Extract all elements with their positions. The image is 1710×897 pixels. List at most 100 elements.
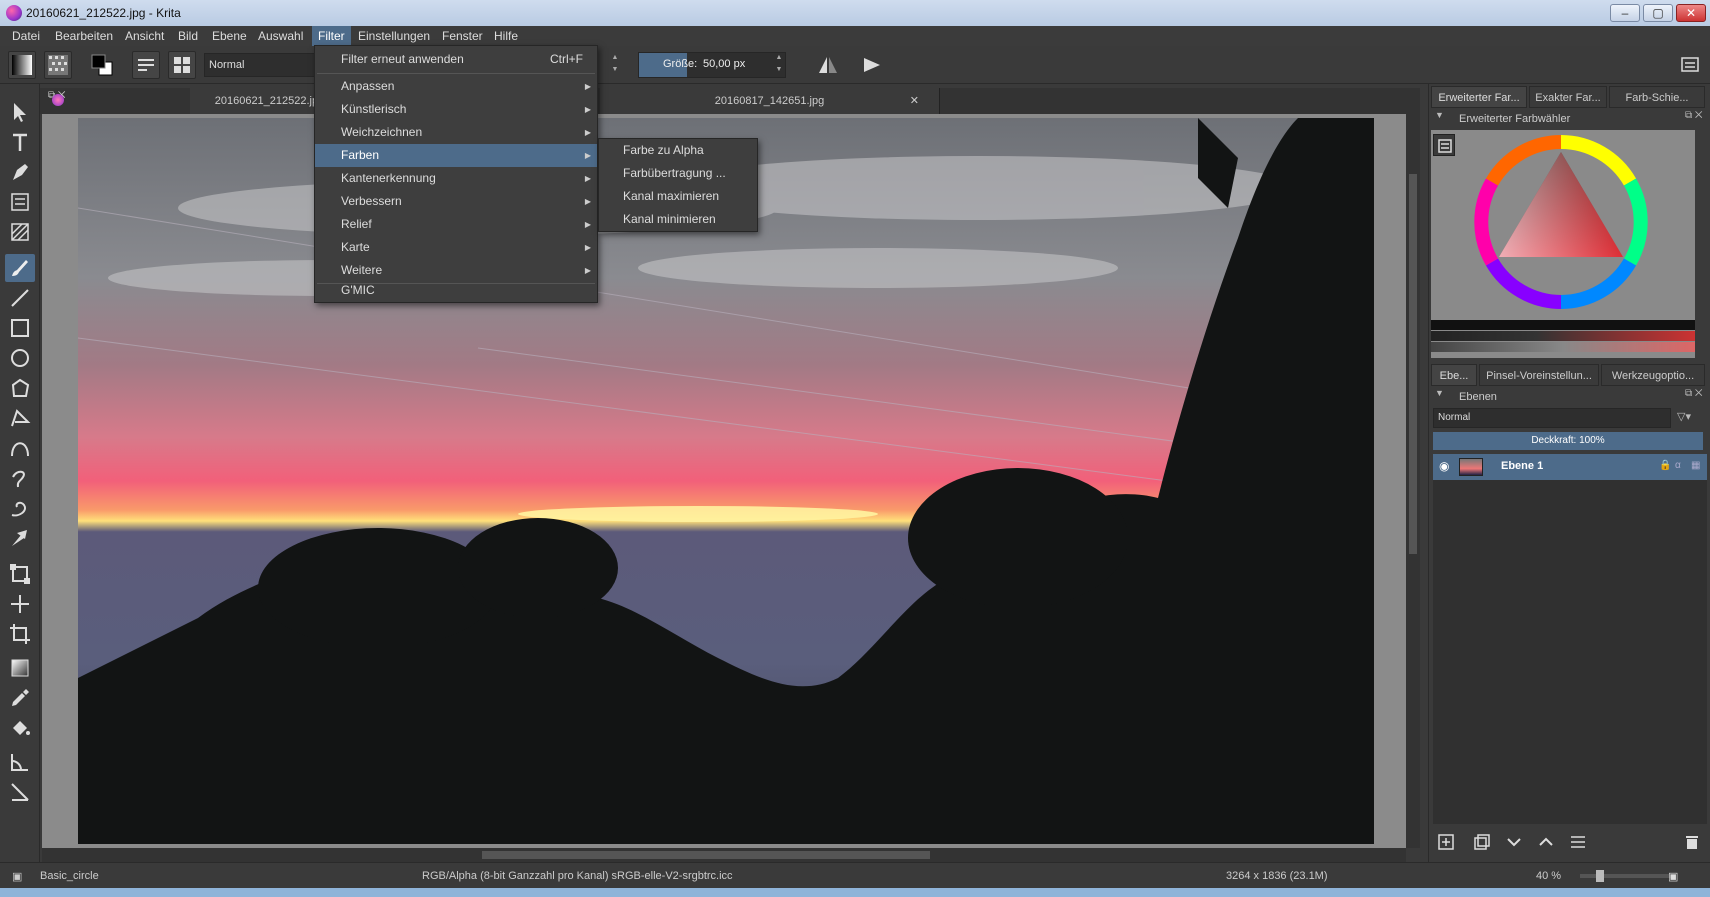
filter-icon[interactable]: ▽▾ <box>1677 410 1691 423</box>
workspace-chooser-button[interactable] <box>1676 51 1704 79</box>
crop-tool[interactable] <box>5 620 35 648</box>
polyline-tool[interactable] <box>5 404 35 432</box>
transform-tool[interactable] <box>5 560 35 588</box>
edit-shapes-tool[interactable] <box>5 188 35 216</box>
tab-document-2[interactable]: 20160817_142651.jpg ✕ <box>600 88 940 114</box>
color-selector-widget[interactable] <box>1431 130 1695 358</box>
menu-item-anpassen[interactable]: Anpassen ▶ <box>315 75 597 98</box>
tab-close-icon[interactable]: ✕ <box>910 88 919 114</box>
menu-fenster[interactable]: Fenster <box>436 26 489 46</box>
shade-bar-dark[interactable] <box>1431 320 1695 330</box>
eye-visibility-icon[interactable]: ◉ <box>1439 459 1449 473</box>
menu-bearbeiten[interactable]: Bearbeiten <box>49 26 119 46</box>
menu-ansicht[interactable]: Ansicht <box>119 26 170 46</box>
polygon-tool[interactable] <box>5 374 35 402</box>
menu-item-kuenstlerisch[interactable]: Künstlerisch ▶ <box>315 98 597 121</box>
vertical-scrollbar[interactable] <box>1406 114 1420 848</box>
brush-size-slider[interactable]: Größe: 50,00 px <box>638 52 786 78</box>
tab-brush-presets[interactable]: Pinsel-Voreinstellun... <box>1479 364 1599 386</box>
opacity-spin-arrows[interactable]: ▲ ▼ <box>610 52 620 76</box>
tab-advanced-color-selector[interactable]: Erweiterter Far... <box>1431 86 1527 108</box>
fill-tool[interactable] <box>5 714 35 742</box>
tab-tool-options[interactable]: Werkzeugoptio... <box>1601 364 1705 386</box>
mirror-vertical-button[interactable] <box>858 51 886 79</box>
menu-item-verbessern[interactable]: Verbessern ▶ <box>315 190 597 213</box>
menu-filter[interactable]: Filter <box>312 26 351 46</box>
edit-brush-settings-button[interactable] <box>132 51 160 79</box>
blend-mode-select[interactable]: Normal <box>204 53 324 77</box>
move-tool[interactable] <box>5 590 35 618</box>
alpha-lock-icon[interactable]: α <box>1675 460 1681 471</box>
collapse-arrow-icon[interactable]: ▼ <box>1435 388 1444 398</box>
tab-color-sliders[interactable]: Farb-Schie... <box>1609 86 1705 108</box>
gradient-preset-button[interactable] <box>8 51 36 79</box>
docker-close-icon[interactable]: ⧉ ✕ <box>1685 110 1703 121</box>
layer-row[interactable]: ◉ Ebene 1 🔒 α ▦ <box>1433 454 1707 480</box>
layer-blend-mode-select[interactable]: Normal <box>1433 408 1671 428</box>
zoom-slider[interactable] <box>1580 870 1676 882</box>
maximize-button[interactable]: ▢ <box>1643 4 1673 22</box>
menu-item-kantenerkennung[interactable]: Kantenerkennung ▶ <box>315 167 597 190</box>
pattern-preset-button[interactable] <box>44 51 72 79</box>
move-layer-down-button[interactable] <box>1501 830 1527 854</box>
menu-bild[interactable]: Bild <box>172 26 204 46</box>
gradient-tool[interactable] <box>5 654 35 682</box>
text-tool[interactable] <box>5 128 35 156</box>
color-picker-tool[interactable] <box>5 684 35 712</box>
multibrush-tool[interactable] <box>5 524 35 552</box>
assistant-tool[interactable] <box>5 778 35 806</box>
menu-einstellungen[interactable]: Einstellungen <box>352 26 436 46</box>
rectangle-tool[interactable] <box>5 314 35 342</box>
zoom-slider-knob[interactable] <box>1596 870 1604 882</box>
horizontal-scrollbar[interactable] <box>42 848 1406 862</box>
menu-datei[interactable]: Datei <box>6 26 46 46</box>
duplicate-layer-button[interactable] <box>1469 830 1495 854</box>
line-tool[interactable] <box>5 284 35 312</box>
layer-properties-button[interactable] <box>1565 830 1591 854</box>
brush-preset-icon[interactable]: ▣ <box>12 870 22 883</box>
brush-presets-button[interactable] <box>168 51 196 79</box>
tab-layers[interactable]: Ebe... <box>1431 364 1477 386</box>
pattern-edit-tool[interactable] <box>5 218 35 246</box>
color-settings-button[interactable] <box>1433 134 1455 156</box>
move-layer-up-button[interactable] <box>1533 830 1559 854</box>
measure-tool[interactable] <box>5 748 35 776</box>
shade-bar-saturation[interactable] <box>1431 331 1695 341</box>
dynamic-brush-tool[interactable] <box>5 494 35 522</box>
menu-item-karte[interactable]: Karte ▶ <box>315 236 597 259</box>
tab-specific-color-selector[interactable]: Exakter Far... <box>1529 86 1607 108</box>
freehand-path-tool[interactable] <box>5 464 35 492</box>
menu-hilfe[interactable]: Hilfe <box>488 26 524 46</box>
layer-name[interactable]: Ebene 1 <box>1501 460 1543 472</box>
layer-opacity-slider[interactable]: Deckkraft: 100% <box>1433 432 1703 450</box>
submenu-item-kanal-minimieren[interactable]: Kanal minimieren <box>599 208 757 231</box>
size-spin-arrows[interactable]: ▲ ▼ <box>774 52 784 76</box>
docker-close-icon[interactable]: ⧉ ✕ <box>1685 388 1703 399</box>
submenu-item-farbe-zu-alpha[interactable]: Farbe zu Alpha <box>599 139 757 162</box>
lock-icon[interactable]: 🔒 <box>1659 460 1671 471</box>
delete-layer-button[interactable] <box>1679 830 1705 854</box>
add-layer-button[interactable] <box>1433 830 1459 854</box>
freehand-brush-tool[interactable] <box>5 254 35 282</box>
submenu-item-farbuebertragung[interactable]: Farbübertragung ... <box>599 162 757 185</box>
calligraphy-tool[interactable] <box>5 158 35 186</box>
fg-bg-color-button[interactable] <box>88 51 116 79</box>
menu-ebene[interactable]: Ebene <box>206 26 253 46</box>
shade-bar-light[interactable] <box>1431 342 1695 352</box>
fit-to-view-icon[interactable]: ▣ <box>1668 870 1678 883</box>
submenu-item-kanal-maximieren[interactable]: Kanal maximieren <box>599 185 757 208</box>
close-button[interactable]: ✕ <box>1676 4 1706 22</box>
ellipse-tool[interactable] <box>5 344 35 372</box>
menu-item-reapply-filter[interactable]: Filter erneut anwenden Ctrl+F <box>315 48 597 71</box>
menu-item-relief[interactable]: Relief ▶ <box>315 213 597 236</box>
inherit-alpha-icon[interactable]: ▦ <box>1691 460 1700 471</box>
minimize-button[interactable]: – <box>1610 4 1640 22</box>
collapse-arrow-icon[interactable]: ▼ <box>1435 110 1444 120</box>
menu-item-weichzeichnen[interactable]: Weichzeichnen ▶ <box>315 121 597 144</box>
select-shapes-tool[interactable] <box>5 98 35 126</box>
mirror-horizontal-button[interactable] <box>814 51 842 79</box>
menu-item-gmic[interactable]: G'MIC <box>315 279 597 302</box>
color-wheel[interactable] <box>1461 132 1661 312</box>
menu-auswahl[interactable]: Auswahl <box>252 26 309 46</box>
bezier-curve-tool[interactable] <box>5 434 35 462</box>
